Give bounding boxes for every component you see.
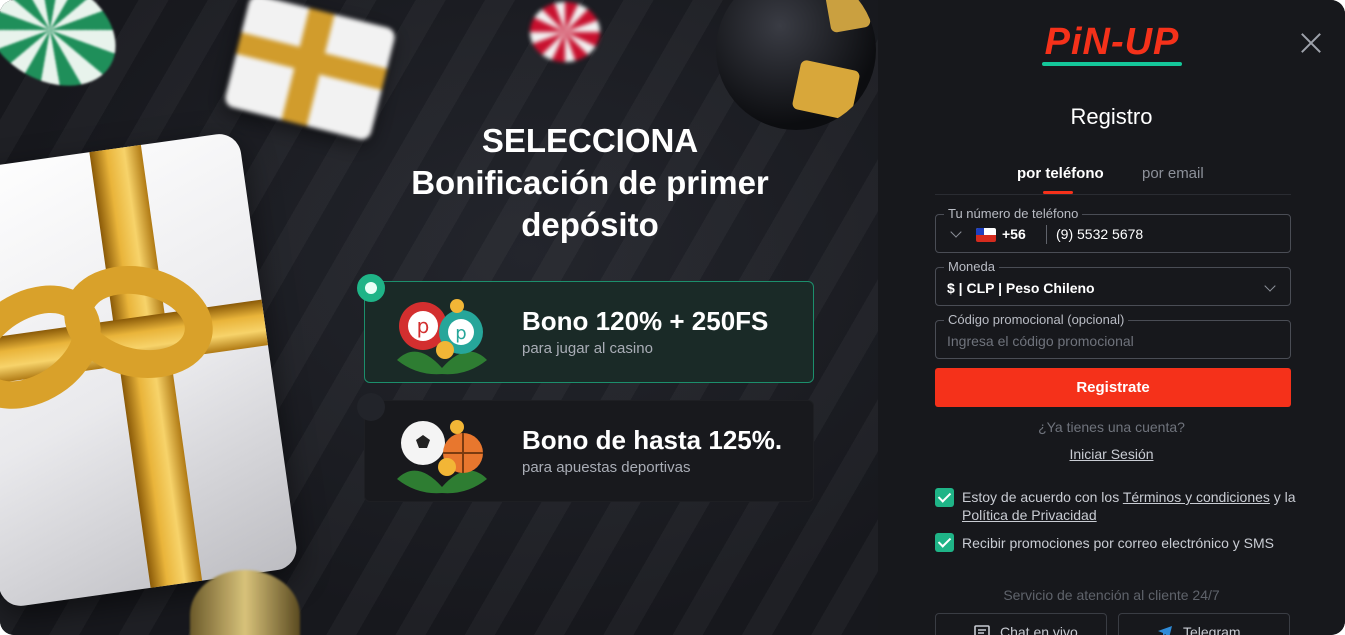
terms-middle: y la [1269, 489, 1296, 505]
panel-title: Registro [1070, 104, 1153, 129]
bonus-option-casino[interactable]: p p Bono 120% + 250FS para jugar al casi… [357, 274, 814, 383]
tab-email[interactable]: por email [1142, 165, 1204, 182]
bonus-subtitle: para apuestas deportivas [522, 459, 691, 476]
privacy-link[interactable]: Política de Privacidad [962, 507, 1097, 523]
soccer-ball-decoration [716, 0, 876, 130]
phone-field[interactable]: Tu número de teléfono +56 (9) 5532 5678 [935, 206, 1291, 253]
bonus-option-sports[interactable]: Bono de hasta 125%. para apuestas deport… [357, 393, 814, 502]
svg-text:p: p [417, 314, 430, 338]
gift-box-large-decoration [0, 131, 300, 609]
promotions-checkbox[interactable] [935, 533, 954, 552]
registration-panel: PiN-UP Registro por teléfono por email T… [878, 0, 1345, 635]
currency-label: Moneda [944, 259, 999, 274]
field-divider [1046, 225, 1047, 244]
close-icon[interactable] [1300, 32, 1322, 54]
currency-select[interactable]: Moneda $ | CLP | Peso Chileno [935, 259, 1291, 306]
promo-code-input[interactable]: Ingresa el código promocional [947, 333, 1134, 349]
chat-button-label: Chat en vivo [1000, 624, 1078, 635]
registration-tabs: por teléfono por email [935, 160, 1291, 195]
sports-balls-icon [397, 420, 487, 494]
chat-icon [974, 625, 990, 635]
bonus-title: Bono 120% + 250FS [522, 306, 769, 336]
terms-link[interactable]: Términos y condiciones [1123, 489, 1270, 505]
terms-checkbox[interactable] [935, 488, 954, 507]
phone-field-label: Tu número de teléfono [944, 206, 1083, 221]
terms-text: Estoy de acuerdo con los Términos y cond… [962, 488, 1302, 524]
radio-selected-icon[interactable] [357, 274, 385, 302]
headline-line-1: SELECCIONA [481, 122, 699, 159]
terms-prefix: Estoy de acuerdo con los [962, 489, 1123, 505]
registration-modal: SELECCIONA Bonificación de primer depósi… [0, 0, 1345, 635]
login-link[interactable]: Iniciar Sesión [878, 446, 1345, 462]
tab-phone[interactable]: por teléfono [1017, 165, 1104, 182]
live-chat-button[interactable]: Chat en vivo [935, 613, 1107, 635]
promo-code-label: Código promocional (opcional) [944, 312, 1129, 327]
telegram-button[interactable]: Telegram [1118, 613, 1290, 635]
casino-chip-decoration-red [530, 2, 600, 62]
telegram-button-label: Telegram [1183, 624, 1241, 635]
casino-chips-icon: p p [397, 299, 487, 375]
casino-chip-decoration [0, 0, 136, 109]
active-tab-indicator [1043, 191, 1073, 194]
chevron-down-icon[interactable] [950, 226, 962, 238]
promo-code-field[interactable]: Código promocional (opcional) Ingresa el… [935, 312, 1291, 359]
radio-unselected-icon[interactable] [357, 393, 385, 421]
headline-line-3: depósito [521, 206, 659, 243]
bonus-subtitle: para jugar al casino [522, 340, 653, 357]
promo-headline: SELECCIONA Bonificación de primer depósi… [380, 120, 800, 246]
logo-underline [1042, 62, 1182, 66]
support-text: Servicio de atención al cliente 24/7 [1003, 587, 1220, 603]
pin-up-logo: PiN-UP [1040, 22, 1184, 68]
headline-line-2: Bonificación de primer [411, 164, 769, 201]
promotions-consent-text: Recibir promociones por correo electróni… [962, 535, 1275, 551]
chile-flag-icon[interactable] [976, 228, 996, 242]
promo-area: SELECCIONA Bonificación de primer depósi… [0, 0, 878, 635]
bonus-title: Bono de hasta 125%. [522, 425, 783, 455]
logo-text: PiN-UP [1044, 21, 1180, 63]
svg-text:p: p [455, 323, 466, 344]
have-account-text: ¿Ya tienes una cuenta? [1038, 419, 1185, 435]
currency-value[interactable]: $ | CLP | Peso Chileno [947, 280, 1095, 296]
telegram-icon [1158, 626, 1172, 635]
phone-input[interactable]: (9) 5532 5678 [1056, 226, 1143, 242]
register-button[interactable]: Registrate [935, 368, 1291, 407]
chevron-down-icon[interactable] [1264, 280, 1276, 292]
country-code[interactable]: +56 [1002, 226, 1026, 242]
gift-box-small-decoration [223, 0, 397, 142]
